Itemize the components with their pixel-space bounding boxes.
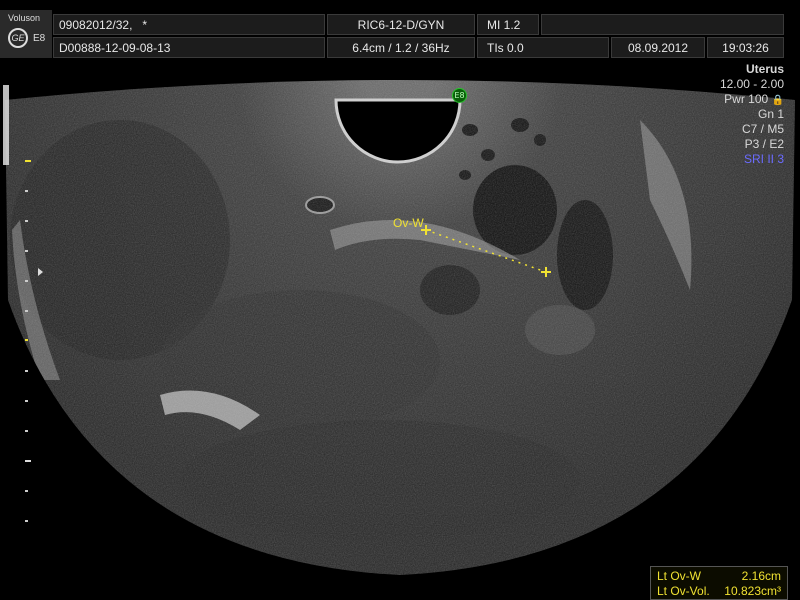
ultrasound-image	[3, 80, 795, 575]
probe-orientation-icon: E8	[452, 88, 467, 103]
lock-icon: 🔒	[771, 95, 784, 106]
frequency-label: 12.00 - 2.00	[719, 77, 784, 91]
preset-label: Uterus	[745, 62, 784, 76]
measurement-value-width: 2.16cm	[741, 569, 781, 583]
power-value: Pwr 100	[724, 92, 769, 106]
cm-label: C7 / M5	[741, 122, 784, 136]
pe-label: P3 / E2	[744, 137, 784, 151]
gain-label: Gn 1	[757, 107, 784, 121]
measurement-label-volume: Lt Ov-Vol.	[657, 584, 710, 598]
measurement-value-volume: 10.823cm³	[724, 584, 781, 598]
sri-label: SRI II 3	[743, 152, 784, 166]
caliper-label: Ov-W	[393, 216, 424, 230]
measurement-results: Lt Ov-W 2.16cm Lt Ov-Vol. 10.823cm³	[650, 566, 788, 600]
power-label: Pwr 100 🔒	[724, 92, 784, 108]
measurement-label-width: Lt Ov-W	[657, 569, 701, 583]
